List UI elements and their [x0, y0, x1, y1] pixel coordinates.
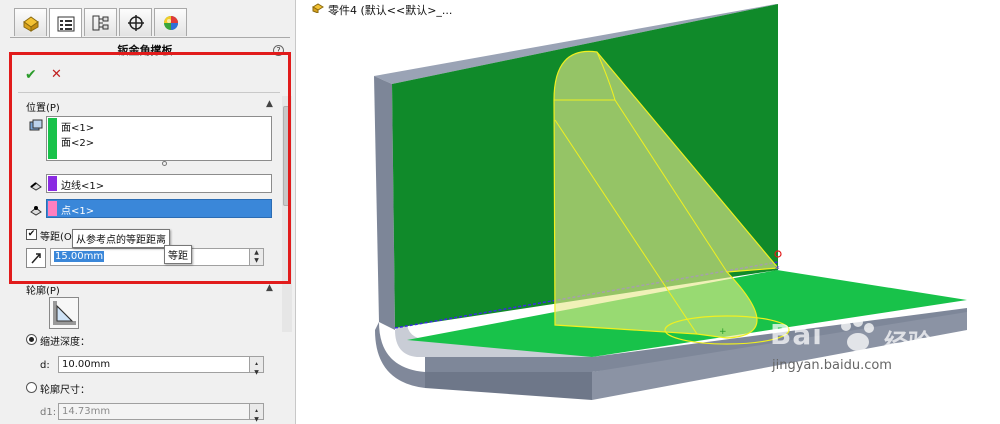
point-item[interactable]: 点<1>: [61, 202, 94, 217]
d-label: d:: [40, 360, 50, 371]
tab-dimxpert-manager[interactable]: [119, 8, 152, 36]
position-group-title[interactable]: 位置(P): [26, 99, 60, 114]
manager-tabs: [14, 8, 187, 38]
property-manager-title: 钣金角撑板: [117, 44, 173, 57]
ok-button[interactable]: ✔: [25, 67, 37, 83]
gusset-profile-icon: [53, 301, 76, 325]
resize-handle[interactable]: [162, 161, 167, 166]
configuration-manager-icon: [92, 15, 108, 30]
edge-selection-icon: [30, 182, 42, 191]
d-input[interactable]: 10.00mm ▲ ▼: [58, 356, 264, 376]
display-manager-icon: [163, 15, 178, 30]
offset-value: 15.00mm: [54, 251, 105, 262]
equidistant-label[interactable]: 等距(O: [40, 228, 72, 243]
spin-up-icon[interactable]: ▲: [249, 249, 263, 257]
profile-preview: [49, 297, 79, 329]
d1-label: d1:: [40, 407, 57, 418]
equidistant-checkbox[interactable]: ✔: [26, 229, 37, 240]
collapse-chevron-icon[interactable]: ▲: [266, 99, 273, 109]
point-color-swatch: [48, 201, 57, 216]
tab-display-manager[interactable]: [154, 8, 187, 36]
point-selection-icon: [30, 206, 42, 216]
tab-configuration-manager[interactable]: [84, 8, 117, 36]
face-item-1[interactable]: 面<1>: [61, 119, 94, 134]
watermark: Bai 经验 jingyan.baidu.com: [770, 317, 932, 373]
d1-value: 14.73mm: [62, 406, 111, 417]
property-manager-icon: [57, 16, 74, 31]
offset-distance-input[interactable]: 15.00mm ▲ ▼: [50, 248, 264, 266]
vertical-scrollbar[interactable]: [282, 96, 292, 332]
faces-color-swatch: [48, 118, 57, 159]
face-selection-icon: [29, 119, 43, 131]
spin-down-icon[interactable]: ▼: [249, 257, 263, 265]
profile-size-radio[interactable]: [26, 382, 37, 393]
d1-input[interactable]: 14.73mm ▲ ▼: [58, 403, 264, 423]
indent-depth-label[interactable]: 缩进深度：: [40, 333, 90, 348]
edge-color-swatch: [48, 176, 57, 191]
spin-down-icon[interactable]: ▼: [249, 411, 263, 423]
radio-dot: [29, 337, 34, 342]
tab-property-manager[interactable]: [49, 8, 82, 38]
paw-icon: [841, 317, 874, 351]
spin-up-icon[interactable]: ▲: [249, 404, 263, 415]
watermark-url: jingyan.baidu.com: [772, 358, 892, 373]
divider: [18, 92, 280, 93]
profile-group-title[interactable]: 轮廓(P): [26, 282, 60, 297]
spin-up-icon[interactable]: ▲: [249, 357, 263, 368]
tooltip-small: 等距: [164, 245, 192, 264]
document-title[interactable]: 零件4 (默认<<默认>_...: [328, 2, 452, 18]
arrow-icon: [31, 253, 41, 264]
scrollbar-thumb[interactable]: [283, 106, 291, 206]
help-icon[interactable]: ?: [273, 45, 284, 56]
point-marker: *: [775, 265, 780, 275]
indent-depth-radio[interactable]: [26, 334, 37, 345]
cancel-button[interactable]: ✕: [51, 67, 62, 82]
feature-manager-icon: [22, 15, 39, 32]
tooltip: 从参考点的等距距离: [72, 229, 170, 248]
profile-size-label[interactable]: 轮廓尺寸：: [40, 381, 90, 396]
spin-down-icon[interactable]: ▼: [249, 364, 263, 376]
d-value: 10.00mm: [62, 359, 111, 370]
collapse-chevron-icon[interactable]: ▲: [266, 283, 273, 293]
origin-marker: +: [719, 327, 727, 337]
edge-item[interactable]: 边线<1>: [61, 177, 104, 192]
tab-underline: [10, 37, 290, 38]
property-manager-panel: 钣金角撑板 ? ✔ ✕ 位置(P) ▲ 面<1> 面<2> 边线<1> 点<1>…: [0, 0, 296, 424]
tab-feature-manager[interactable]: [14, 8, 47, 36]
watermark-main: Bai: [770, 318, 823, 351]
flip-direction-button[interactable]: [26, 248, 46, 268]
watermark-brand: 经验: [884, 329, 932, 357]
crosshair-icon: [127, 14, 144, 31]
face-item-2[interactable]: 面<2>: [61, 134, 94, 149]
sheet-metal-model: * +: [374, 4, 967, 400]
